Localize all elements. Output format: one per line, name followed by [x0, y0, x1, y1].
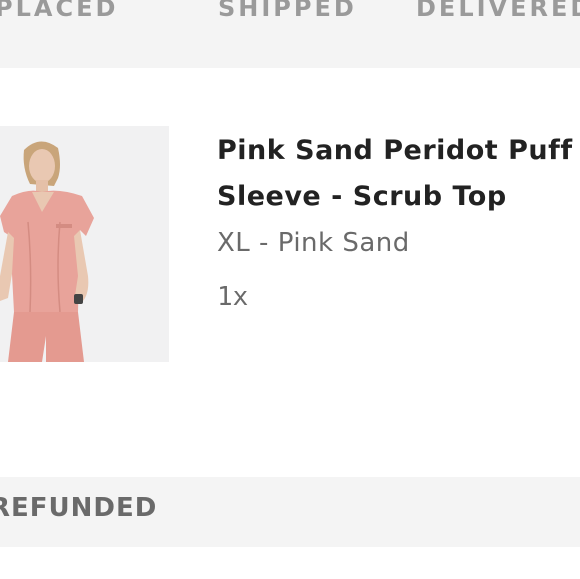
order-details-page: PLACED SHIPPED DELIVERED Pink Sand Perid… — [0, 0, 580, 579]
product-image[interactable] — [0, 126, 169, 362]
refunded-section-header: REFUNDED — [0, 477, 580, 547]
status-step-shipped: SHIPPED — [218, 0, 357, 22]
product-line-item[interactable]: Pink Sand Peridot Puff Sleeve - Scrub To… — [0, 68, 580, 477]
status-step-placed: PLACED — [0, 0, 119, 22]
product-title-line-1: Pink Sand Peridot Puff — [217, 135, 573, 166]
bottom-spacer — [0, 547, 580, 579]
product-title-line-2: Sleeve - Scrub Top — [217, 181, 507, 212]
status-step-delivered: DELIVERED — [416, 0, 580, 22]
product-variant: XL - Pink Sand — [217, 228, 410, 258]
refunded-label: REFUNDED — [0, 493, 158, 523]
product-quantity: 1x — [217, 282, 249, 312]
scrub-model-illustration — [0, 126, 169, 362]
product-title[interactable]: Pink Sand Peridot Puff Sleeve - Scrub To… — [217, 128, 580, 220]
order-status-tracker: PLACED SHIPPED DELIVERED — [0, 0, 580, 68]
